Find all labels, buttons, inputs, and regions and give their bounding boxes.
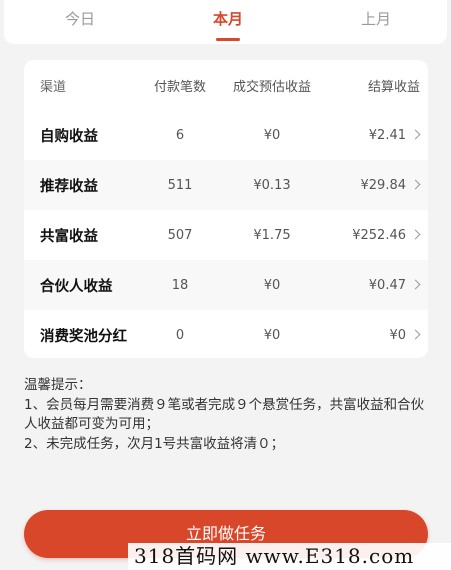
tips-line-2: 2、未完成任务，次月1号共富收益将清０； <box>24 435 285 452</box>
row-payment-count: 6 <box>175 127 185 143</box>
tab-this-month[interactable]: 本月 <box>168 8 288 29</box>
row-estimated-earnings: ¥0.13 <box>253 177 291 193</box>
tab-last-month[interactable]: 上月 <box>316 8 436 29</box>
row-channel-name: 合伙人收益 <box>40 278 113 295</box>
earnings-table: 渠道 付款笔数 成交预估收益 结算收益 自购收益 6 ¥0 ¥2.41 推荐收益… <box>24 60 428 358</box>
tab-today[interactable]: 今日 <box>20 8 140 29</box>
row-channel-name: 共富收益 <box>40 228 98 245</box>
tips-line-1: 1、会员每月需要消费９笔或者完成９个悬赏任务，共富收益和合伙人收益都可变为可用； <box>24 396 425 433</box>
header-channel: 渠道 <box>40 79 67 95</box>
chevron-right-icon[interactable] <box>410 179 421 190</box>
row-settled-earnings: ¥0 <box>389 327 406 343</box>
header-settled-earnings: 结算收益 <box>367 79 420 95</box>
site-watermark: 318首码网 www.E318.com <box>128 543 451 570</box>
tips-section: 温馨提示： 1、会员每月需要消费９笔或者完成９个悬赏任务，共富收益和合伙人收益都… <box>24 376 434 454</box>
row-settled-earnings: ¥29.84 <box>360 177 407 193</box>
chevron-right-icon[interactable] <box>410 279 421 290</box>
table-row[interactable]: 消费奖池分红 0 ¥0 ¥0 <box>24 310 428 358</box>
row-estimated-earnings: ¥1.75 <box>253 227 291 243</box>
active-tab-indicator <box>216 38 240 41</box>
header-payment-count: 付款笔数 <box>154 79 207 95</box>
row-settled-earnings: ¥0.47 <box>368 277 406 293</box>
tips-title: 温馨提示： <box>24 377 92 393</box>
chevron-right-icon[interactable] <box>410 329 421 340</box>
row-settled-earnings: ¥252.46 <box>352 227 406 243</box>
row-estimated-earnings: ¥0 <box>263 277 281 293</box>
row-channel-name: 推荐收益 <box>40 178 98 195</box>
chevron-right-icon[interactable] <box>410 129 421 140</box>
row-payment-count: 507 <box>167 227 193 243</box>
table-row[interactable]: 推荐收益 511 ¥0.13 ¥29.84 <box>24 160 428 210</box>
table-row[interactable]: 自购收益 6 ¥0 ¥2.41 <box>24 110 428 160</box>
period-tab-bar: 今日 本月 上月 <box>4 0 447 44</box>
row-payment-count: 18 <box>171 277 189 293</box>
row-settled-earnings: ¥2.41 <box>368 127 406 143</box>
chevron-right-icon[interactable] <box>410 229 421 240</box>
row-payment-count: 511 <box>167 177 193 193</box>
table-row[interactable]: 合伙人收益 18 ¥0 ¥0.47 <box>24 260 428 310</box>
row-payment-count: 0 <box>175 327 185 343</box>
table-header-row: 渠道 付款笔数 成交预估收益 结算收益 <box>24 60 428 110</box>
table-row[interactable]: 共富收益 507 ¥1.75 ¥252.46 <box>24 210 428 260</box>
row-estimated-earnings: ¥0 <box>263 327 281 343</box>
row-estimated-earnings: ¥0 <box>263 127 281 143</box>
row-channel-name: 自购收益 <box>40 128 98 145</box>
row-channel-name: 消费奖池分红 <box>40 328 127 345</box>
header-estimated-earnings: 成交预估收益 <box>232 79 311 95</box>
